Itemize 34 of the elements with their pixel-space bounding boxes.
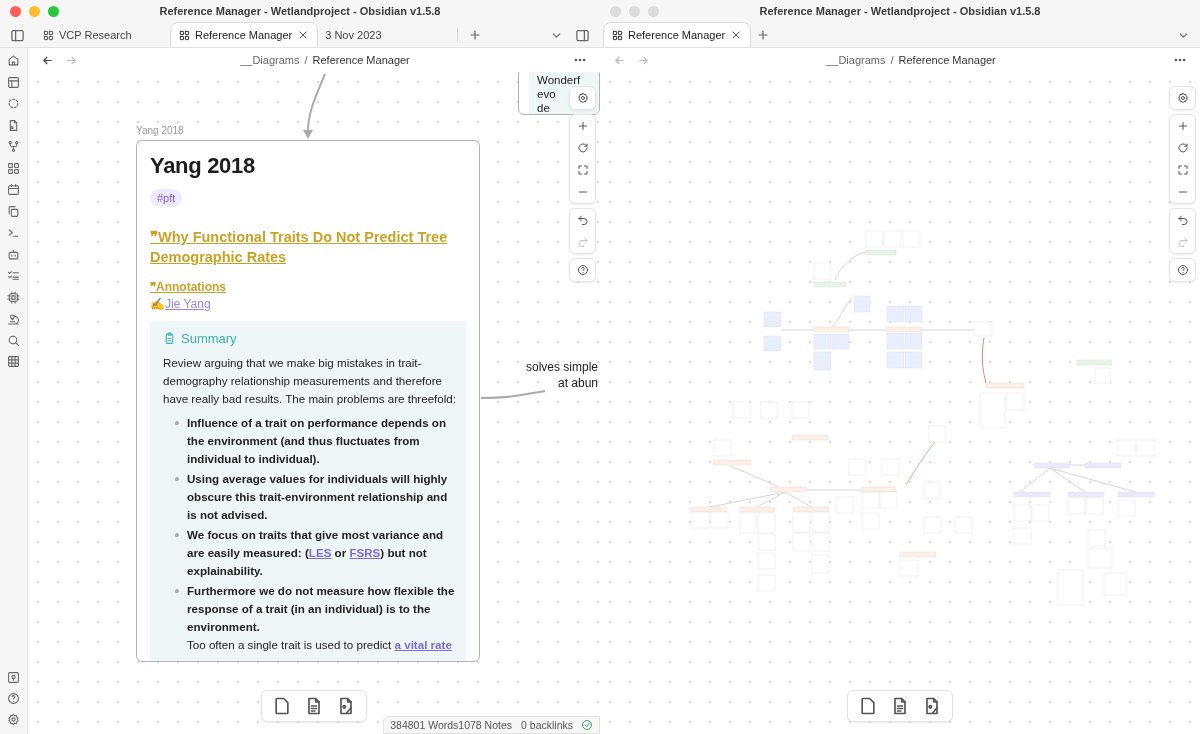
bullet-text: Influence of a trait on performance depends on the environment (and thus fluctuates from individual to individual). bbox=[187, 415, 447, 467]
word-count: 384801 Words bbox=[390, 719, 459, 731]
backlink-count: 0 backlinks bbox=[521, 719, 573, 731]
tab[interactable]: Reference Manager bbox=[604, 23, 751, 47]
card-label: Yang 2018 bbox=[136, 125, 184, 136]
summary-paragraph: Review arguing that we make big mistakes in trait-demography relationship measurements and therefore have really bad results. The main problems are threefold: bbox=[163, 355, 456, 407]
tab[interactable]: 3 Nov 2023 bbox=[317, 23, 454, 47]
breadcrumb-file[interactable]: Reference Manager bbox=[312, 54, 410, 66]
window-title: Reference Manager - Wetlandproject - Obsidian v1.5.8 bbox=[758, 5, 1042, 17]
breadcrumb-folder[interactable]: __Diagrams bbox=[240, 54, 300, 66]
window-title: Reference Manager - Wetlandproject - Obsidian v1.5.8 bbox=[158, 5, 442, 17]
note-count: 1078 Notes bbox=[458, 719, 513, 731]
callout-title: Summary bbox=[181, 331, 237, 346]
author-emoji: ✍ bbox=[150, 297, 165, 311]
card-text: Wonderf bbox=[537, 73, 581, 87]
card-text: de bbox=[537, 101, 550, 114]
tag-chip[interactable]: #pft bbox=[150, 189, 183, 207]
edge-label: at abun bbox=[557, 375, 598, 391]
tab[interactable]: Reference Manager bbox=[171, 23, 318, 47]
breadcrumb-file[interactable]: Reference Manager bbox=[898, 54, 996, 66]
bullet-text: We focus on traits that give most variance and are easily measured: (LES or FSRS) but not explainability. bbox=[187, 527, 445, 579]
breadcrumb-separator: / bbox=[890, 54, 894, 66]
card-text: evo bbox=[537, 87, 556, 101]
inline-link[interactable]: FSRS bbox=[349, 546, 381, 559]
edge-label: solves simple bbox=[525, 359, 598, 375]
bullet-text: Furthermore we do not measure how flexible the response of a trait (in an individual) is to the environment. Too often a single trait is used to predict a vital rate bbox=[187, 583, 456, 653]
inline-link[interactable]: a vital rate bbox=[394, 638, 452, 651]
inline-link[interactable]: LES bbox=[308, 546, 332, 559]
bullet-text: Using average values for individuals will highly obscure this trait-environment relationship and is not advised. bbox=[187, 471, 449, 523]
author-link[interactable]: Jie Yang bbox=[165, 297, 211, 311]
breadcrumb-separator: / bbox=[304, 54, 308, 66]
tab[interactable]: VCP Research bbox=[35, 23, 171, 47]
breadcrumb-folder[interactable]: __Diagrams bbox=[826, 54, 886, 66]
note-heading: Yang 2018 bbox=[150, 153, 256, 179]
